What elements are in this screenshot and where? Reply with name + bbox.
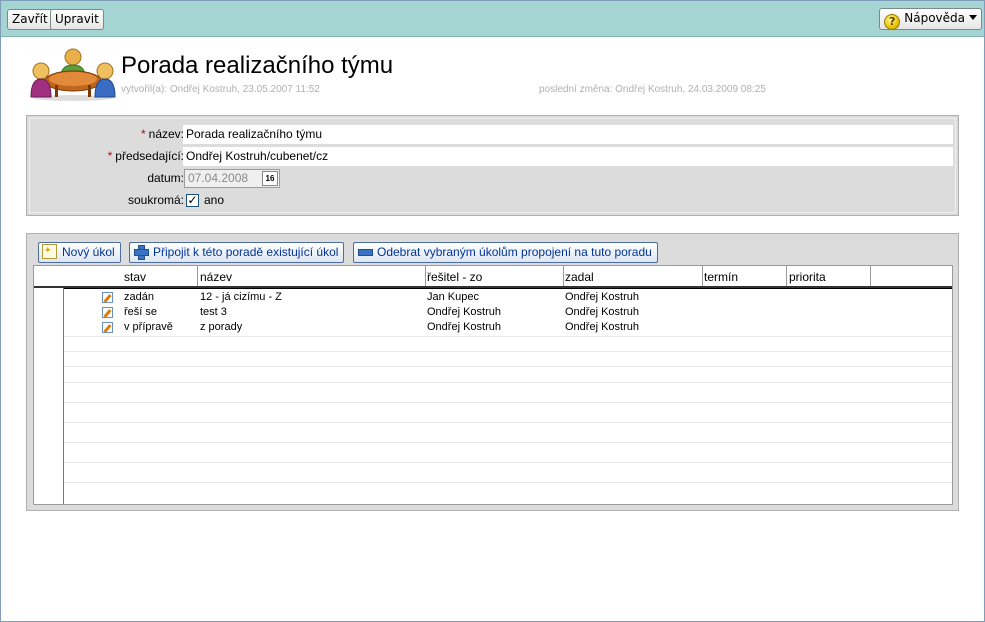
new-task-button[interactable]: Nový úkol — [38, 241, 121, 263]
plus-icon — [133, 244, 149, 260]
edit-task-icon[interactable] — [102, 322, 113, 333]
private-label: soukromá: — [127, 193, 184, 207]
attach-task-button[interactable]: Připojit k této poradě existující úkol — [129, 242, 345, 263]
private-checkbox[interactable]: ✓ — [186, 194, 199, 207]
chair-label: * předsedající: — [107, 149, 184, 163]
detach-task-button[interactable]: Odebrat vybraným úkolům propojení na tut… — [353, 242, 658, 263]
date-value: 07.04.2008 — [188, 171, 249, 185]
col-resitel[interactable]: řešitel - zo — [427, 270, 482, 284]
name-row: * název: Porada realizačního týmu — [27, 123, 956, 144]
help-label: Nápověda — [904, 11, 965, 25]
created-info: vytvořil(a): Ondřej Kostruh, 23.05.2007 … — [121, 84, 320, 95]
table-row[interactable]: v přípravě z porady Ondřej Kostruh Ondře… — [64, 320, 952, 335]
date-row: datum: 07.04.2008 16 — [27, 167, 956, 188]
tasks-panel: Nový úkol Připojit k této poradě existuj… — [26, 233, 959, 511]
meeting-form: * název: Porada realizačního týmu * předse… — [26, 115, 959, 216]
table-header: stav název řešitel - zo zadal termín pri… — [34, 266, 952, 288]
date-label: datum: — [147, 171, 184, 185]
page-title: Porada realizačního týmu — [121, 52, 394, 79]
edit-task-icon[interactable] — [102, 307, 113, 318]
minus-icon — [357, 244, 373, 259]
window-frame: Zavřít Upravit ? Nápověda Porada realizač… — [0, 0, 985, 622]
edit-button[interactable]: Upravit — [50, 9, 104, 30]
col-zadal[interactable]: zadal — [565, 270, 594, 284]
chair-field[interactable]: Ondřej Kostruh/cubenet/cz — [183, 147, 953, 166]
modified-info: poslední změna: Ondřej Kostruh, 24.03.20… — [539, 84, 766, 95]
date-field[interactable]: 07.04.2008 16 — [184, 169, 280, 188]
col-nazev[interactable]: název — [200, 270, 232, 284]
chair-row: * předsedající: Ondřej Kostruh/cubenet/cz — [27, 145, 956, 166]
table-row[interactable]: zadán 12 - já cizímu - Z Jan Kupec Ondře… — [64, 290, 952, 305]
close-button[interactable]: Zavřít — [7, 9, 53, 30]
help-icon: ? — [884, 14, 901, 30]
help-button[interactable]: ? Nápověda — [879, 8, 982, 30]
edit-task-icon[interactable] — [102, 292, 113, 303]
col-stav[interactable]: stav — [124, 270, 146, 284]
col-priorita[interactable]: priorita — [789, 270, 826, 284]
private-row: soukromá: ✓ ano — [27, 189, 956, 210]
row-selector-column — [34, 288, 64, 504]
name-field[interactable]: Porada realizačního týmu — [183, 125, 953, 144]
private-checkbox-label: ano — [204, 193, 225, 207]
new-task-icon — [42, 241, 57, 260]
calendar-icon[interactable]: 16 — [262, 171, 278, 186]
meeting-icon — [30, 48, 116, 101]
name-label: * název: — [140, 127, 184, 141]
chevron-down-icon — [969, 15, 977, 20]
top-toolbar: Zavřít Upravit ? Nápověda — [1, 1, 984, 37]
table-row[interactable]: řeší se test 3 Ondřej Kostruh Ondřej Kos… — [64, 305, 952, 320]
tasks-table: stav název řešitel - zo zadal termín pri… — [33, 265, 953, 505]
col-termin[interactable]: termín — [704, 270, 738, 284]
